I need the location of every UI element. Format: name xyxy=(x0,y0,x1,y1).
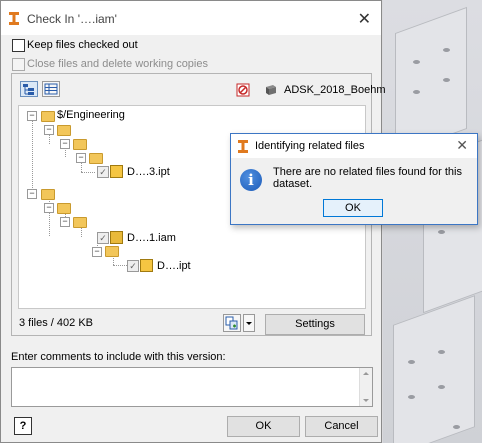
scroll-arrows-icon xyxy=(363,372,369,402)
folder-icon xyxy=(41,111,55,122)
assembly-file-icon xyxy=(110,231,123,244)
folder-icon xyxy=(73,139,87,150)
keep-checked-out-label[interactable]: Keep files checked out xyxy=(27,39,138,51)
tree-view-button[interactable] xyxy=(20,81,38,97)
help-button[interactable]: ? xyxy=(14,417,32,435)
grid-view-icon xyxy=(44,83,58,95)
inventor-app-icon xyxy=(238,140,248,153)
close-icon[interactable]: ✕ xyxy=(358,9,371,29)
comments-textarea[interactable] xyxy=(11,367,373,407)
file-checkbox[interactable]: ✓ xyxy=(97,232,109,244)
part-file-icon xyxy=(140,259,153,272)
related-files-dropdown[interactable] xyxy=(243,314,255,332)
folder-icon xyxy=(41,189,55,200)
tree-collapse-toggle[interactable]: − xyxy=(27,111,37,121)
tree-collapse-toggle[interactable]: − xyxy=(92,247,102,257)
comments-scrollbar[interactable] xyxy=(359,368,372,406)
grid-view-button[interactable] xyxy=(42,81,60,97)
dialog-message-line2: dataset. xyxy=(273,178,313,190)
tree-collapse-toggle[interactable]: − xyxy=(60,217,70,227)
chevron-down-icon xyxy=(246,322,252,325)
tree-root-label[interactable]: $/Engineering xyxy=(57,109,125,123)
related-files-dialog: Identifying related files ✕ i There are … xyxy=(230,133,478,225)
file-checkbox[interactable]: ✓ xyxy=(97,166,109,178)
ok-button[interactable]: OK xyxy=(227,416,300,437)
folder-icon xyxy=(105,246,119,257)
window-title: Check In '….iam' xyxy=(27,12,117,26)
tree-collapse-toggle[interactable]: − xyxy=(60,139,70,149)
folder-icon xyxy=(89,153,103,164)
close-icon[interactable]: ✕ xyxy=(456,137,468,154)
folder-icon xyxy=(57,203,71,214)
add-related-files-button[interactable] xyxy=(223,314,241,332)
tree-collapse-toggle[interactable]: − xyxy=(27,189,37,199)
dialog-ok-button[interactable]: OK xyxy=(323,199,383,217)
dialog-title: Identifying related files xyxy=(255,140,365,152)
tree-node-label[interactable]: D….ipt xyxy=(157,260,191,274)
tree-view-icon xyxy=(23,84,34,95)
folder-icon xyxy=(73,217,87,228)
close-and-delete-checkbox[interactable] xyxy=(12,58,25,71)
related-files-icon xyxy=(225,316,238,330)
tree-node-label[interactable]: D….3.ipt xyxy=(127,166,170,180)
file-checkbox[interactable]: ✓ xyxy=(127,260,139,272)
folder-icon xyxy=(57,125,71,136)
model-slab xyxy=(393,295,475,443)
info-icon: i xyxy=(240,169,262,191)
keep-checked-out-checkbox[interactable] xyxy=(12,39,25,52)
file-count-status: 3 files / 402 KB xyxy=(19,317,93,329)
tree-collapse-toggle[interactable]: − xyxy=(76,153,86,163)
comments-label: Enter comments to include with this vers… xyxy=(11,351,226,363)
close-and-delete-label[interactable]: Close files and delete working copies xyxy=(27,58,208,70)
cancel-button[interactable]: Cancel xyxy=(305,416,378,437)
window-titlebar: Check In '….iam' ✕ xyxy=(1,1,381,35)
vault-server-icon xyxy=(266,85,276,95)
dialog-message-line1: There are no related files found for thi… xyxy=(273,166,462,178)
settings-button[interactable]: Settings xyxy=(265,314,365,335)
tree-collapse-toggle[interactable]: − xyxy=(44,125,54,135)
inventor-app-icon xyxy=(9,12,19,25)
part-file-icon xyxy=(110,165,123,178)
tree-collapse-toggle[interactable]: − xyxy=(44,203,54,213)
vault-user-label: ADSK_2018_Boehm xyxy=(284,84,386,96)
tree-node-label[interactable]: D….1.iam xyxy=(127,232,176,246)
dialog-titlebar: Identifying related files ✕ xyxy=(231,134,477,158)
not-allowed-icon[interactable] xyxy=(236,83,250,97)
